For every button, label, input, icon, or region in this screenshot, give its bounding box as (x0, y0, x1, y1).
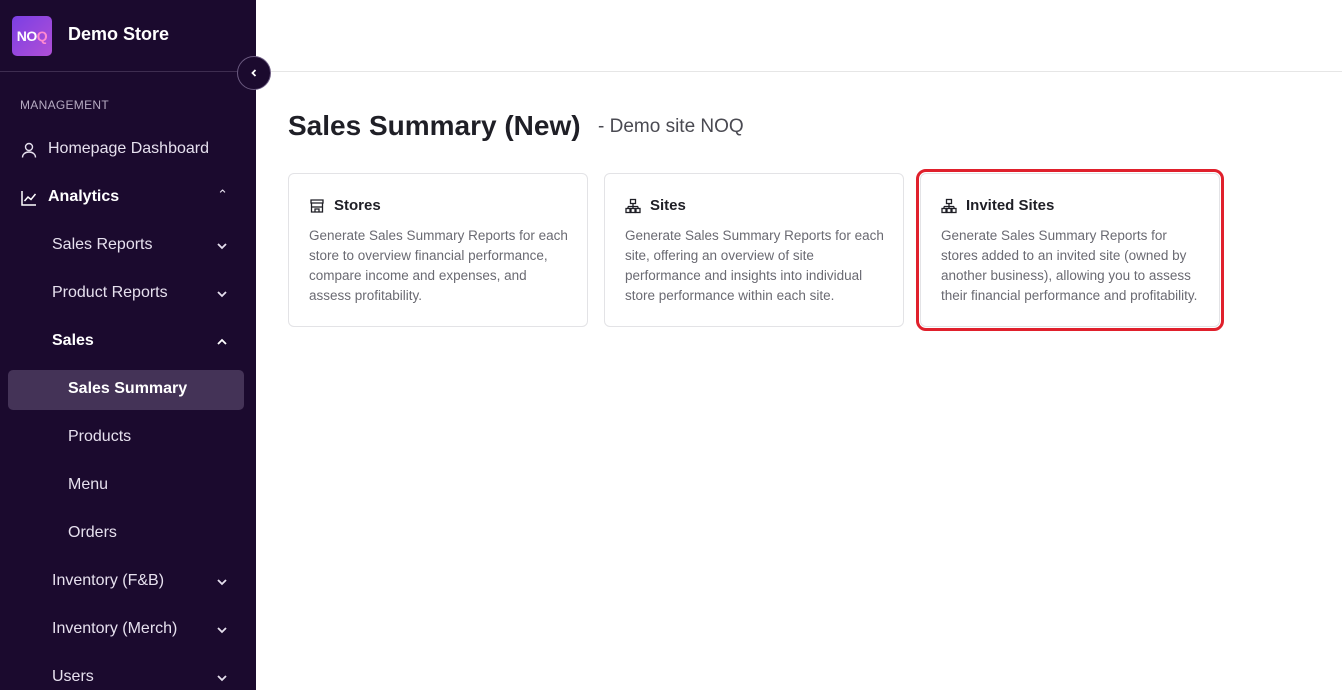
report-card-stores[interactable]: Stores Generate Sales Summary Reports fo… (288, 173, 588, 327)
sidebar-item-homepage-dashboard[interactable]: Homepage Dashboard (0, 130, 256, 170)
sidebar-item-label: Inventory (Merch) (52, 620, 178, 637)
sidebar-item-label: Products (68, 428, 132, 445)
sidebar-item-label: Sales Summary (68, 380, 188, 397)
sidebar-item-product-reports[interactable]: Product Reports (0, 274, 256, 314)
chevron-up-icon (217, 338, 227, 345)
card-description: Generate Sales Summary Reports for each … (309, 228, 568, 303)
sidebar: NOQ Demo Store MANAGEMENT Homepage Dashb… (0, 0, 256, 690)
sidebar-item-label: Orders (68, 524, 117, 541)
store-icon (310, 199, 324, 213)
sidebar-item-orders[interactable]: Orders (0, 514, 256, 554)
card-title: Sites (650, 197, 686, 214)
sidebar-item-products[interactable]: Products (0, 418, 256, 458)
sitemap-icon (625, 198, 641, 214)
sidebar-item-label: Analytics (48, 188, 120, 205)
collapse-sidebar-button[interactable] (237, 56, 271, 90)
card-description: Generate Sales Summary Reports for each … (625, 228, 884, 303)
sidebar-item-label: Product Reports (52, 284, 168, 301)
page-title: Sales Summary (New) (288, 110, 581, 141)
sitemap-icon (941, 198, 957, 214)
page-subtitle: - Demo site NOQ (598, 116, 744, 137)
chart-line-icon (21, 191, 37, 206)
sidebar-item-label: Sales Reports (52, 236, 153, 253)
report-card-invited-sites[interactable]: Invited Sites Generate Sales Summary Rep… (916, 169, 1224, 331)
chevron-left-icon (251, 69, 257, 77)
sidebar-item-sales-summary[interactable]: Sales Summary (8, 370, 244, 410)
chevron-down-icon (217, 291, 227, 298)
chevron-down-icon (217, 627, 227, 634)
chevron-down-icon (217, 243, 227, 250)
card-title: Invited Sites (966, 197, 1055, 214)
chevron-up-icon: ⌃ (217, 187, 228, 202)
sidebar-item-label: Menu (68, 476, 109, 493)
store-name[interactable]: Demo Store (68, 24, 169, 45)
card-title: Stores (334, 197, 381, 214)
user-icon (21, 142, 37, 158)
sidebar-item-sales[interactable]: Sales (0, 322, 256, 362)
chevron-down-icon (217, 579, 227, 586)
top-bar (256, 0, 1342, 72)
sidebar-item-label: Homepage Dashboard (48, 140, 209, 157)
sidebar-item-analytics[interactable]: Analytics ⌃ (0, 178, 256, 218)
section-label-management: MANAGEMENT (20, 98, 110, 112)
sidebar-item-inventory-merch[interactable]: Inventory (Merch) (0, 610, 256, 650)
sidebar-item-users[interactable]: Users (0, 658, 256, 690)
sidebar-item-inventory-fb[interactable]: Inventory (F&B) (0, 562, 256, 602)
noq-logo[interactable]: NOQ (12, 16, 52, 56)
brand-header: NOQ Demo Store (0, 0, 256, 72)
sidebar-item-label: Users (52, 668, 94, 685)
sidebar-item-menu[interactable]: Menu (0, 466, 256, 506)
sidebar-item-label: Inventory (F&B) (52, 572, 165, 589)
sidebar-item-sales-reports[interactable]: Sales Reports (0, 226, 256, 266)
chevron-down-icon (217, 675, 227, 682)
report-card-sites[interactable]: Sites Generate Sales Summary Reports for… (604, 173, 904, 327)
sidebar-item-label: Sales (52, 332, 94, 349)
card-description: Generate Sales Summary Reports for store… (941, 228, 1198, 303)
